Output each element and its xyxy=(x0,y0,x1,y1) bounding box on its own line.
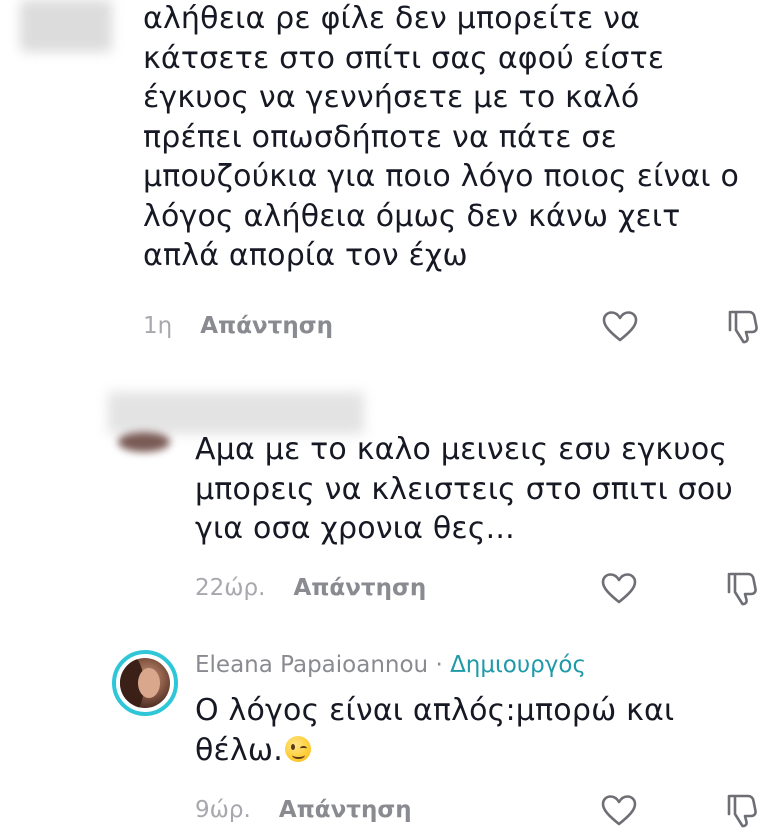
reply-button[interactable]: Απάντηση xyxy=(279,797,412,823)
separator: · xyxy=(435,652,443,678)
reply-button[interactable]: Απάντηση xyxy=(293,575,426,601)
heart-icon[interactable] xyxy=(598,568,640,610)
comment-text-line1: Ο λόγος είναι απλός:μπορώ και xyxy=(195,693,675,728)
avatar-photo xyxy=(120,658,170,708)
thumbs-down-icon[interactable] xyxy=(722,568,764,610)
comment-text: Αμα με το καλο μεινεις εσυ εγκυος μπορει… xyxy=(195,432,733,546)
comment-meta: 22ώρ. Απάντηση xyxy=(195,568,426,608)
comment-text: Ο λόγος είναι απλός:μπορώ και θέλω. xyxy=(195,691,674,770)
avatar-blurred xyxy=(118,432,170,452)
comment-meta: 1η Απάντηση xyxy=(143,306,333,346)
winking-face-emoji xyxy=(284,735,311,762)
author-line: Eleana Papaioannou · Δημιουργός xyxy=(195,652,586,678)
heart-icon[interactable] xyxy=(598,790,640,832)
thumbs-down-icon[interactable] xyxy=(723,306,765,348)
comment-meta: 9ώρ. Απάντηση xyxy=(195,790,412,830)
comment-time: 1η xyxy=(143,313,173,339)
heart-icon[interactable] xyxy=(599,306,641,348)
reply-button[interactable]: Απάντηση xyxy=(200,313,333,339)
thumbs-down-icon[interactable] xyxy=(722,790,764,832)
comment-text: αλήθεια ρε φίλε δεν μπορείτε να κάτσετε … xyxy=(143,1,740,273)
username-blurred xyxy=(108,392,364,434)
avatar[interactable] xyxy=(112,650,178,716)
comment-time: 22ώρ. xyxy=(195,575,266,601)
comment-text-line2: θέλω. xyxy=(195,732,283,768)
avatar-blurred xyxy=(20,0,112,52)
comment-time: 9ώρ. xyxy=(195,797,251,823)
author-name[interactable]: Eleana Papaioannou xyxy=(195,652,428,678)
creator-badge: Δημιουργός xyxy=(450,652,586,678)
